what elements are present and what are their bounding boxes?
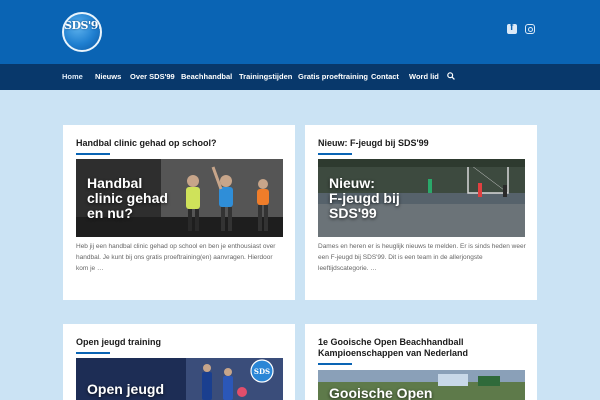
post-title[interactable]: Open jeugd training [76, 337, 286, 348]
nav-item-gratis-proeftraining[interactable]: Gratis proeftraining [298, 72, 368, 81]
title-underline [76, 153, 110, 155]
image-overlay-text: Handbal clinic gehad en nu? [87, 175, 168, 221]
post-title[interactable]: Nieuw: F-jeugd bij SDS'99 [318, 138, 528, 149]
title-underline [318, 153, 352, 155]
post-excerpt: Heb jij een handbal clinic gehad op scho… [76, 243, 276, 272]
nav-item-contact[interactable]: Contact [371, 72, 399, 81]
nav-item-beachhandbal[interactable]: Beachhandbal [181, 72, 232, 81]
top-bar: SDS'99 f [0, 0, 600, 64]
image-overlay-text: Nieuw: F-jeugd bij SDS'99 [329, 175, 400, 221]
image-overlay-text: Gooische Open [329, 385, 433, 400]
post-card: Nieuw: F-jeugd bij SDS'99 Nieuw: F-jeugd… [305, 125, 537, 300]
post-image[interactable]: Gooische Open [318, 370, 525, 400]
site-logo[interactable]: SDS'99 [62, 12, 102, 52]
instagram-icon[interactable] [525, 24, 535, 34]
title-underline [76, 352, 110, 354]
post-image[interactable]: Nieuw: F-jeugd bij SDS'99 [318, 159, 525, 237]
post-image[interactable]: SDS Open jeugd [76, 358, 283, 400]
post-card: 1e Gooische Open Beachhandball Kampioens… [305, 324, 537, 400]
nav-item-nieuws[interactable]: Nieuws [95, 72, 121, 81]
logo-text: SDS'99 [64, 19, 102, 32]
post-excerpt: Dames en heren er is heuglijk nieuws te … [318, 243, 526, 272]
nav-item-trainingstijden[interactable]: Trainingstijden [239, 72, 292, 81]
post-title[interactable]: 1e Gooische Open Beachhandball Kampioens… [318, 337, 528, 359]
svg-text:SDS: SDS [254, 367, 270, 376]
image-overlay-text: Open jeugd [87, 381, 164, 397]
facebook-icon[interactable]: f [507, 22, 517, 34]
main-navigation: Home Nieuws Over SDS'99 Beachhandbal Tra… [0, 64, 600, 90]
post-card: Open jeugd training SDS Open jeugd [63, 324, 295, 400]
post-card: Handbal clinic gehad op school? Handbal … [63, 125, 295, 300]
title-underline [318, 363, 352, 365]
nav-item-home[interactable]: Home [62, 72, 83, 81]
post-image[interactable]: Handbal clinic gehad en nu? [76, 159, 283, 237]
nav-item-over[interactable]: Over SDS'99 [130, 72, 175, 81]
post-title[interactable]: Handbal clinic gehad op school? [76, 138, 286, 149]
nav-item-word-lid[interactable]: Word lid [409, 72, 439, 81]
search-icon[interactable] [447, 72, 455, 80]
